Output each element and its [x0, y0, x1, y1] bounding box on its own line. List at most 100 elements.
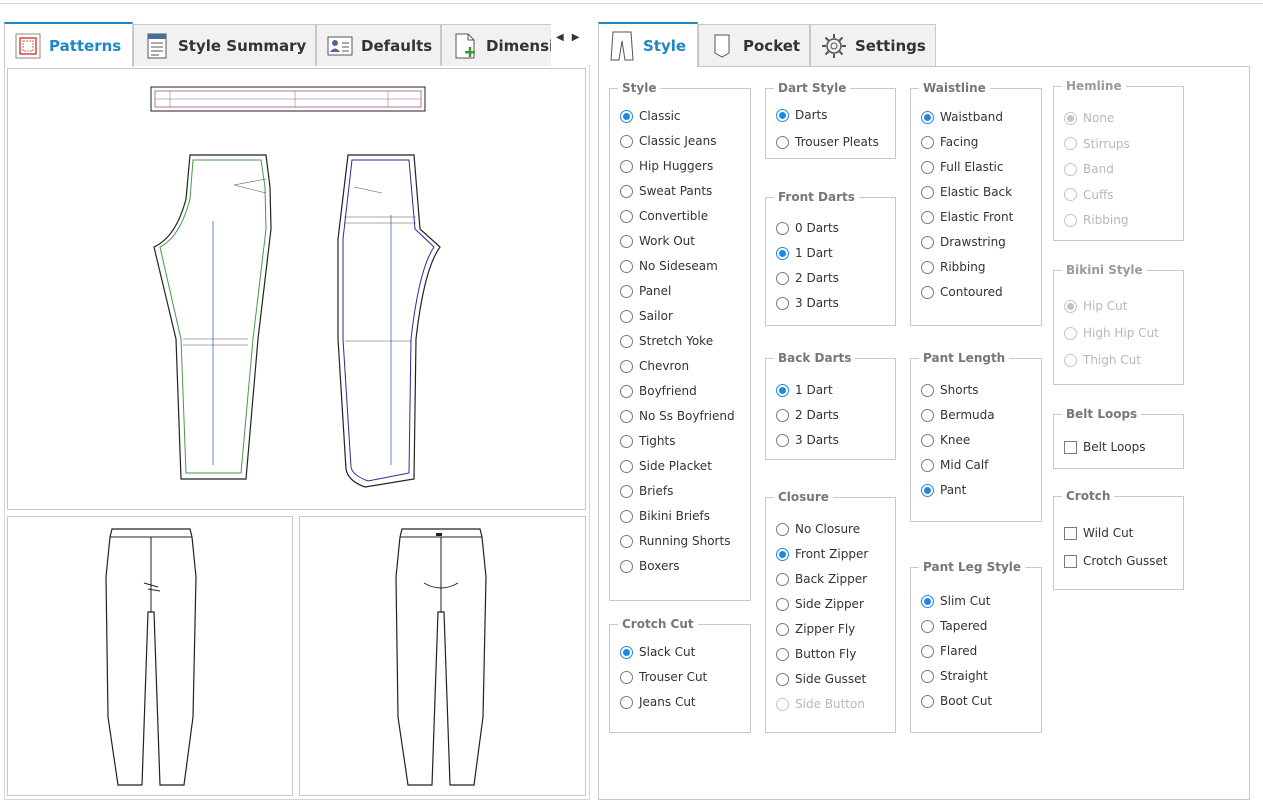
radio-button[interactable] — [921, 644, 934, 658]
style-option-sailor[interactable]: Sailor — [620, 307, 673, 325]
style-option-classic[interactable]: Classic — [620, 107, 681, 125]
scroll-right-icon[interactable]: ▶ — [572, 32, 580, 52]
waistline-option-ribbing[interactable]: Ribbing — [921, 258, 985, 276]
radio-button[interactable] — [620, 509, 633, 523]
pant-length-option-pant[interactable]: Pant — [921, 481, 966, 499]
style-option-tights[interactable]: Tights — [620, 432, 675, 450]
style-option-boyfriend[interactable]: Boyfriend — [620, 382, 697, 400]
style-option-panel[interactable]: Panel — [620, 282, 671, 300]
radio-button[interactable] — [776, 246, 789, 260]
radio-button[interactable] — [921, 110, 934, 124]
radio-button[interactable] — [776, 221, 789, 235]
radio-button[interactable] — [620, 184, 633, 198]
style-option-no-sideseam[interactable]: No Sideseam — [620, 257, 718, 275]
radio-button[interactable] — [776, 647, 789, 661]
waistline-option-waistband[interactable]: Waistband — [921, 108, 1003, 126]
waistline-option-full-elastic[interactable]: Full Elastic — [921, 158, 1004, 176]
closure-option-side-gusset[interactable]: Side Gusset — [776, 670, 866, 688]
radio-button[interactable] — [620, 334, 633, 348]
pant-length-option-mid-calf[interactable]: Mid Calf — [921, 456, 988, 474]
tab-patterns[interactable]: Patterns — [4, 22, 133, 67]
crotch-cut-option-slack-cut[interactable]: Slack Cut — [620, 643, 695, 661]
radio-button[interactable] — [921, 694, 934, 708]
radio-button[interactable] — [620, 359, 633, 373]
radio-button[interactable] — [921, 458, 934, 472]
waistline-option-contoured[interactable]: Contoured — [921, 283, 1003, 301]
crotch-cut-option-jeans-cut[interactable]: Jeans Cut — [620, 693, 696, 711]
crotch-option-crotch-gusset[interactable]: Crotch Gusset — [1064, 552, 1168, 570]
radio-button[interactable] — [921, 619, 934, 633]
radio-button[interactable] — [620, 645, 633, 659]
tab-dimensions[interactable]: Dimensi — [441, 24, 551, 66]
radio-button[interactable] — [620, 209, 633, 223]
style-option-stretch-yoke[interactable]: Stretch Yoke — [620, 332, 713, 350]
radio-button[interactable] — [776, 296, 789, 310]
radio-button[interactable] — [776, 408, 789, 422]
waistline-option-facing[interactable]: Facing — [921, 133, 978, 151]
front-darts-option-0-darts[interactable]: 0 Darts — [776, 219, 839, 237]
style-option-bikini-briefs[interactable]: Bikini Briefs — [620, 507, 710, 525]
radio-button[interactable] — [921, 483, 934, 497]
tab-settings[interactable]: Settings — [810, 24, 936, 66]
radio-button[interactable] — [620, 109, 633, 123]
radio-button[interactable] — [921, 383, 934, 397]
style-option-convertible[interactable]: Convertible — [620, 207, 708, 225]
front-darts-option-3-darts[interactable]: 3 Darts — [776, 294, 839, 312]
radio-button[interactable] — [921, 260, 934, 274]
crotch-option-wild-cut[interactable]: Wild Cut — [1064, 524, 1133, 542]
style-option-classic-jeans[interactable]: Classic Jeans — [620, 132, 716, 150]
radio-button[interactable] — [620, 159, 633, 173]
closure-option-back-zipper[interactable]: Back Zipper — [776, 570, 867, 588]
radio-button[interactable] — [776, 597, 789, 611]
front-darts-option-2-darts[interactable]: 2 Darts — [776, 269, 839, 287]
dart-style-option-trouser-pleats[interactable]: Trouser Pleats — [776, 133, 879, 151]
style-option-running-shorts[interactable]: Running Shorts — [620, 532, 730, 550]
radio-button[interactable] — [776, 572, 789, 586]
radio-button[interactable] — [620, 234, 633, 248]
style-option-boxers[interactable]: Boxers — [620, 557, 680, 575]
radio-button[interactable] — [921, 160, 934, 174]
radio-button[interactable] — [921, 408, 934, 422]
radio-button[interactable] — [776, 622, 789, 636]
checkbox[interactable] — [1064, 554, 1077, 568]
waistline-option-elastic-front[interactable]: Elastic Front — [921, 208, 1013, 226]
pant-leg-style-option-boot-cut[interactable]: Boot Cut — [921, 692, 992, 710]
radio-button[interactable] — [620, 284, 633, 298]
radio-button[interactable] — [620, 134, 633, 148]
style-option-sweat-pants[interactable]: Sweat Pants — [620, 182, 712, 200]
closure-option-button-fly[interactable]: Button Fly — [776, 645, 856, 663]
radio-button[interactable] — [620, 434, 633, 448]
pant-leg-style-option-flared[interactable]: Flared — [921, 642, 977, 660]
radio-button[interactable] — [776, 433, 789, 447]
belt-loops-option-belt-loops[interactable]: Belt Loops — [1064, 438, 1146, 456]
pant-leg-style-option-straight[interactable]: Straight — [921, 667, 988, 685]
style-option-side-placket[interactable]: Side Placket — [620, 457, 712, 475]
back-darts-option-3-darts[interactable]: 3 Darts — [776, 431, 839, 449]
pant-length-option-bermuda[interactable]: Bermuda — [921, 406, 995, 424]
pant-length-option-knee[interactable]: Knee — [921, 431, 970, 449]
radio-button[interactable] — [921, 285, 934, 299]
waistline-option-drawstring[interactable]: Drawstring — [921, 233, 1006, 251]
back-darts-option-1-dart[interactable]: 1 Dart — [776, 381, 833, 399]
radio-button[interactable] — [620, 309, 633, 323]
radio-button[interactable] — [921, 185, 934, 199]
radio-button[interactable] — [620, 384, 633, 398]
radio-button[interactable] — [620, 459, 633, 473]
radio-button[interactable] — [921, 235, 934, 249]
checkbox[interactable] — [1064, 526, 1077, 540]
style-option-no-ss-boyfriend[interactable]: No Ss Boyfriend — [620, 407, 735, 425]
style-option-briefs[interactable]: Briefs — [620, 482, 673, 500]
radio-button[interactable] — [921, 135, 934, 149]
radio-button[interactable] — [921, 594, 934, 608]
pant-leg-style-option-slim-cut[interactable]: Slim Cut — [921, 592, 990, 610]
radio-button[interactable] — [620, 259, 633, 273]
radio-button[interactable] — [620, 409, 633, 423]
tab-pocket[interactable]: Pocket — [698, 24, 810, 66]
radio-button[interactable] — [776, 271, 789, 285]
pant-length-option-shorts[interactable]: Shorts — [921, 381, 978, 399]
radio-button[interactable] — [921, 669, 934, 683]
radio-button[interactable] — [620, 670, 633, 684]
crotch-cut-option-trouser-cut[interactable]: Trouser Cut — [620, 668, 707, 686]
checkbox[interactable] — [1064, 440, 1077, 454]
tab-defaults[interactable]: Defaults — [316, 24, 441, 66]
